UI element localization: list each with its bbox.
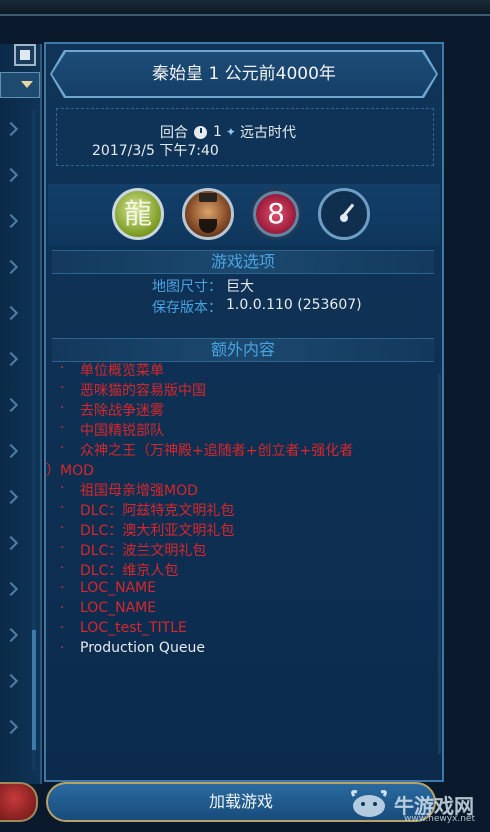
- bullet-icon: ·: [60, 420, 65, 436]
- mod-name: ）MOD: [46, 463, 94, 479]
- scrollbar-thumb[interactable]: [32, 630, 36, 750]
- bullet-icon: ·: [60, 520, 65, 536]
- mod-name: 去除战争迷雾: [80, 403, 164, 419]
- extra-content-header: 额外内容: [52, 338, 434, 362]
- save-version-label: 保存版本：: [152, 300, 222, 316]
- bullet-icon: ·: [60, 500, 65, 516]
- list-item: ）MOD: [46, 460, 442, 480]
- bullet-icon: ·: [60, 480, 65, 496]
- list-item: · LOC_test_TITLE: [46, 620, 442, 640]
- list-item: · LOC_NAME: [46, 580, 442, 600]
- list-item: · DLC：波兰文明礼包: [46, 540, 442, 560]
- list-item: · 去除战争迷雾: [46, 400, 442, 420]
- list-item: · DLC：澳大利亚文明礼包: [46, 520, 442, 540]
- square-toggle-button[interactable]: [14, 44, 36, 66]
- save-title: 秦始皇 1 公元前4000年: [152, 64, 336, 84]
- list-item: · 单位概览菜单: [46, 360, 442, 380]
- bullet-icon: ·: [60, 360, 65, 376]
- watermark-url: www.newyx.net: [404, 814, 476, 824]
- chevron-down-icon: [21, 81, 33, 88]
- mod-name: DLC：澳大利亚文明礼包: [80, 523, 235, 539]
- mod-name: Production Queue: [80, 640, 205, 656]
- leader-portrait-icon: [182, 188, 234, 240]
- list-item: · 恶咪猫的容易版中国: [46, 380, 442, 400]
- list-item: · 祖国母亲增强MOD: [46, 480, 442, 500]
- sort-dropdown[interactable]: [0, 72, 40, 98]
- era-star-icon: ✦: [225, 125, 236, 139]
- mod-name: 中国精锐部队: [80, 423, 164, 439]
- map-size-label: 地图尺寸：: [152, 279, 222, 295]
- bullet-icon: ·: [60, 540, 65, 556]
- save-version-value: 1.0.0.110 (253607): [226, 297, 362, 313]
- game-speed-icon: [318, 188, 370, 240]
- mod-name: 恶咪猫的容易版中国: [80, 383, 206, 399]
- bullet-icon: ·: [60, 620, 65, 636]
- mod-name: DLC：阿兹特克文明礼包: [80, 503, 235, 519]
- save-details-panel: 秦始皇 1 公元前4000年 回合 1 ✦ 远古时代 2017/3/5 下午7:40 …: [44, 42, 444, 782]
- bullet-icon: ·: [60, 440, 65, 456]
- mod-name: LOC_NAME: [80, 600, 157, 616]
- mod-name: 祖国母亲增强MOD: [80, 483, 198, 499]
- top-frame-strip: [0, 0, 490, 16]
- details-scrollbar[interactable]: [438, 374, 441, 754]
- bullet-icon: ·: [60, 400, 65, 416]
- turn-label: 回合: [160, 125, 188, 141]
- game-options-header: 游戏选项: [52, 250, 434, 274]
- bullet-icon: ·: [60, 380, 65, 396]
- bullet-icon: ·: [60, 560, 65, 576]
- list-item: · DLC：阿兹特克文明礼包: [46, 500, 442, 520]
- bullet-icon: ·: [60, 580, 65, 596]
- save-list-scrollbar[interactable]: [32, 110, 36, 770]
- mod-name: DLC：维京人包: [80, 563, 179, 579]
- mod-name: LOC_NAME: [80, 580, 157, 596]
- back-button[interactable]: [0, 782, 38, 822]
- bullet-icon: ·: [60, 600, 65, 616]
- era-name: 远古时代: [239, 125, 296, 141]
- mod-name: DLC：波兰文明礼包: [80, 543, 207, 559]
- civilization-dragon-icon: 龍: [112, 188, 164, 240]
- clock-icon: [194, 125, 207, 139]
- mod-name: 众神之王（万神殿+追随者+创立者+强化者: [80, 443, 354, 459]
- save-date: 2017/3/5 下午7:40: [92, 143, 219, 159]
- turn-info: 回合 1 ✦ 远古时代: [160, 122, 296, 142]
- game-settings-icons: [48, 184, 440, 246]
- difficulty-icon: 8: [250, 188, 302, 240]
- list-item: · Production Queue: [46, 640, 442, 660]
- bullet-icon: ·: [60, 640, 65, 656]
- list-item: · LOC_NAME: [46, 600, 442, 620]
- watermark-logo: [351, 790, 387, 817]
- mod-name: LOC_test_TITLE: [80, 620, 187, 636]
- mod-name: 单位概览菜单: [80, 363, 164, 379]
- map-size-value: 巨大: [226, 279, 254, 295]
- list-item: · 中国精锐部队: [46, 420, 442, 440]
- list-item: · DLC：维京人包: [46, 560, 442, 580]
- turn-value: 1: [213, 124, 222, 140]
- list-item: · 众神之王（万神殿+追随者+创立者+强化者: [46, 440, 442, 460]
